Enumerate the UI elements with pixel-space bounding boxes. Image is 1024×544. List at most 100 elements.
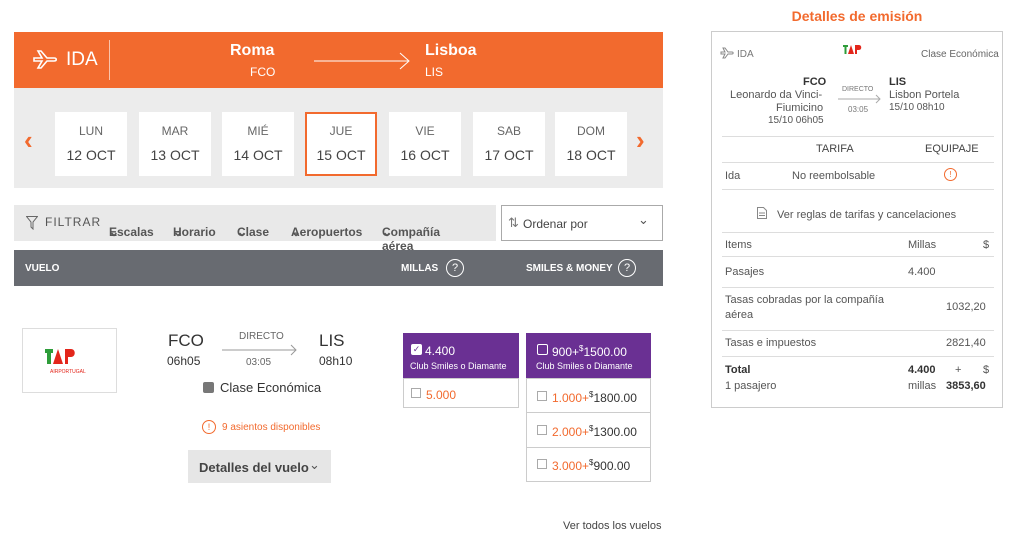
divider	[722, 232, 994, 233]
checkbox-icon	[537, 391, 547, 401]
see-all-flights-link[interactable]: Ver todos los vuelos	[563, 520, 661, 532]
fare-rules-link[interactable]: Ver reglas de tarifas y cancelaciones	[777, 209, 956, 221]
club-label: Club Smiles o Diamante	[410, 361, 507, 371]
em-dest-time: 15/10 08h10	[889, 102, 945, 113]
funnel-icon	[26, 216, 38, 230]
day-card-lun[interactable]: LUN 12 OCT	[55, 112, 127, 176]
chevron-down-icon: ⌄	[109, 225, 120, 239]
day-date: 16 OCT	[400, 147, 450, 163]
tasas-impuestos-label: Tasas e impuestos	[725, 337, 817, 349]
checkbox-icon	[537, 459, 547, 469]
smiles-money-option[interactable]: 1.000+$1800.00	[527, 379, 650, 413]
tasas-compania-1: Tasas cobradas por la compañía	[725, 294, 884, 306]
day-name: SAB	[496, 124, 521, 138]
divider	[722, 136, 994, 137]
divider	[722, 162, 994, 163]
emission-panel: IDA Clase Económica FCO Leonardo da Vinc…	[711, 31, 1003, 408]
em-type: DIRECTO	[842, 86, 874, 93]
em-cabin: Clase Económica	[921, 49, 999, 60]
flight-type: DIRECTO	[239, 331, 284, 342]
emission-title: Detalles de emisión	[791, 8, 923, 24]
total-plus: +	[955, 364, 962, 376]
tap-logo-icon	[843, 45, 862, 54]
next-week-arrow-icon[interactable]: ›	[636, 127, 652, 153]
total-dollar: $	[983, 364, 990, 376]
prev-week-arrow-icon[interactable]: ‹	[24, 127, 40, 153]
chevron-down-icon: ⌄	[237, 225, 248, 239]
day-card-mar[interactable]: MAR 13 OCT	[139, 112, 211, 176]
document-icon	[757, 207, 767, 219]
checkbox-icon	[411, 388, 421, 398]
em-origin-name-1: Leonardo da Vinci-	[730, 89, 823, 101]
smiles-money-option[interactable]: 2.000+$1300.00	[527, 413, 650, 448]
help-icon[interactable]: ?	[446, 259, 464, 277]
help-icon[interactable]: ?	[618, 259, 636, 277]
total-label: Total	[725, 364, 751, 376]
option-value: 2.000+$1300.00	[552, 424, 637, 439]
col-millas: MILLAS	[401, 263, 439, 274]
baggage-alert-icon[interactable]: !	[944, 168, 957, 181]
airline-logo-box: AIRPORTUGAL	[22, 328, 117, 393]
day-card-mie[interactable]: MIÉ 14 OCT	[222, 112, 294, 176]
flight-details-button[interactable]: Detalles del vuelo ⌄	[188, 450, 331, 483]
em-origin-time: 15/10 06h05	[768, 115, 824, 126]
millas-header: Millas	[908, 239, 937, 251]
chevron-down-icon: ⌄	[638, 212, 649, 227]
millas-selected-option[interactable]: ✓ 4.400 Club Smiles o Diamante	[403, 333, 519, 378]
equipaje-header: EQUIPAJE	[925, 143, 979, 155]
results-table-header: VUELO MILLAS ? SMILES & MONEY ?	[14, 250, 663, 286]
day-card-dom[interactable]: DOM 18 OCT	[555, 112, 627, 176]
divider	[722, 330, 994, 331]
day-date: 15 OCT	[316, 147, 366, 163]
day-date: 14 OCT	[233, 147, 283, 163]
millas-word: millas	[908, 380, 937, 392]
date-selector: ‹ LUN 12 OCT MAR 13 OCT MIÉ 14 OCT JUE 15 OC…	[14, 88, 663, 188]
total-millas: 4.400	[908, 364, 936, 376]
divider	[722, 256, 994, 257]
divider	[722, 189, 994, 190]
sort-dropdown[interactable]: ⇅ Ordenar por ⌄	[501, 205, 663, 241]
alert-icon: !	[202, 420, 216, 434]
tasas-compania-value: 1032,20	[946, 301, 986, 313]
day-card-vie[interactable]: VIE 16 OCT	[389, 112, 461, 176]
pasajero-count: 1 pasajero	[725, 380, 777, 392]
total-value: 3853,60	[946, 380, 986, 392]
flight-duration: 03:05	[246, 357, 272, 368]
smiles-money-selected-option[interactable]: 900+$1500.00 Club Smiles o Diamante	[526, 333, 651, 378]
millas-value: 4.400	[425, 344, 456, 358]
col-vuelo: VUELO	[25, 263, 60, 274]
opt-money: 900.00	[593, 459, 631, 473]
day-date: 18 OCT	[566, 147, 616, 163]
trip-header-bar: IDA Roma FCO Lisboa LIS	[14, 32, 663, 88]
day-name: DOM	[577, 124, 605, 138]
day-name: MAR	[161, 124, 189, 138]
filter-aeropuertos-label: Aeropuertos	[291, 225, 363, 239]
sm-money: 1500.00	[583, 345, 627, 359]
millas-alt-value: 5.000	[426, 388, 457, 402]
day-date: 12 OCT	[66, 147, 116, 163]
chevron-down-icon: ⌄	[173, 225, 184, 239]
smiles-money-options: 1.000+$1800.00 2.000+$1300.00 3.000+$900…	[526, 378, 651, 482]
day-name: VIE	[415, 124, 435, 138]
millas-alt-option[interactable]: 5.000	[403, 378, 519, 408]
smiles-money-option[interactable]: 3.000+$900.00	[527, 448, 650, 481]
day-name: MIÉ	[247, 124, 269, 138]
origin-code: FCO	[250, 65, 276, 79]
club-label: Club Smiles o Diamante	[536, 361, 633, 371]
day-card-jue-selected[interactable]: JUE 15 OCT	[305, 112, 377, 176]
col-smiles-money: SMILES & MONEY	[526, 263, 613, 274]
divider	[722, 356, 994, 357]
smiles-money-value: 900+$1500.00	[552, 344, 627, 359]
flight-origin-time: 06h05	[167, 354, 201, 368]
checkbox-checked-icon: ✓	[411, 344, 422, 355]
day-name: JUE	[329, 124, 353, 138]
filter-label[interactable]: FILTRAR	[45, 215, 101, 229]
chevron-down-icon: ⌄	[291, 225, 302, 239]
flight-dest: LIS	[319, 331, 345, 350]
day-name: LUN	[78, 124, 103, 138]
divider	[722, 287, 994, 288]
day-card-sab[interactable]: SAB 17 OCT	[473, 112, 545, 176]
option-value: 3.000+$900.00	[552, 458, 630, 473]
tap-logo-icon	[45, 349, 75, 364]
ida-label: IDA	[66, 49, 98, 70]
